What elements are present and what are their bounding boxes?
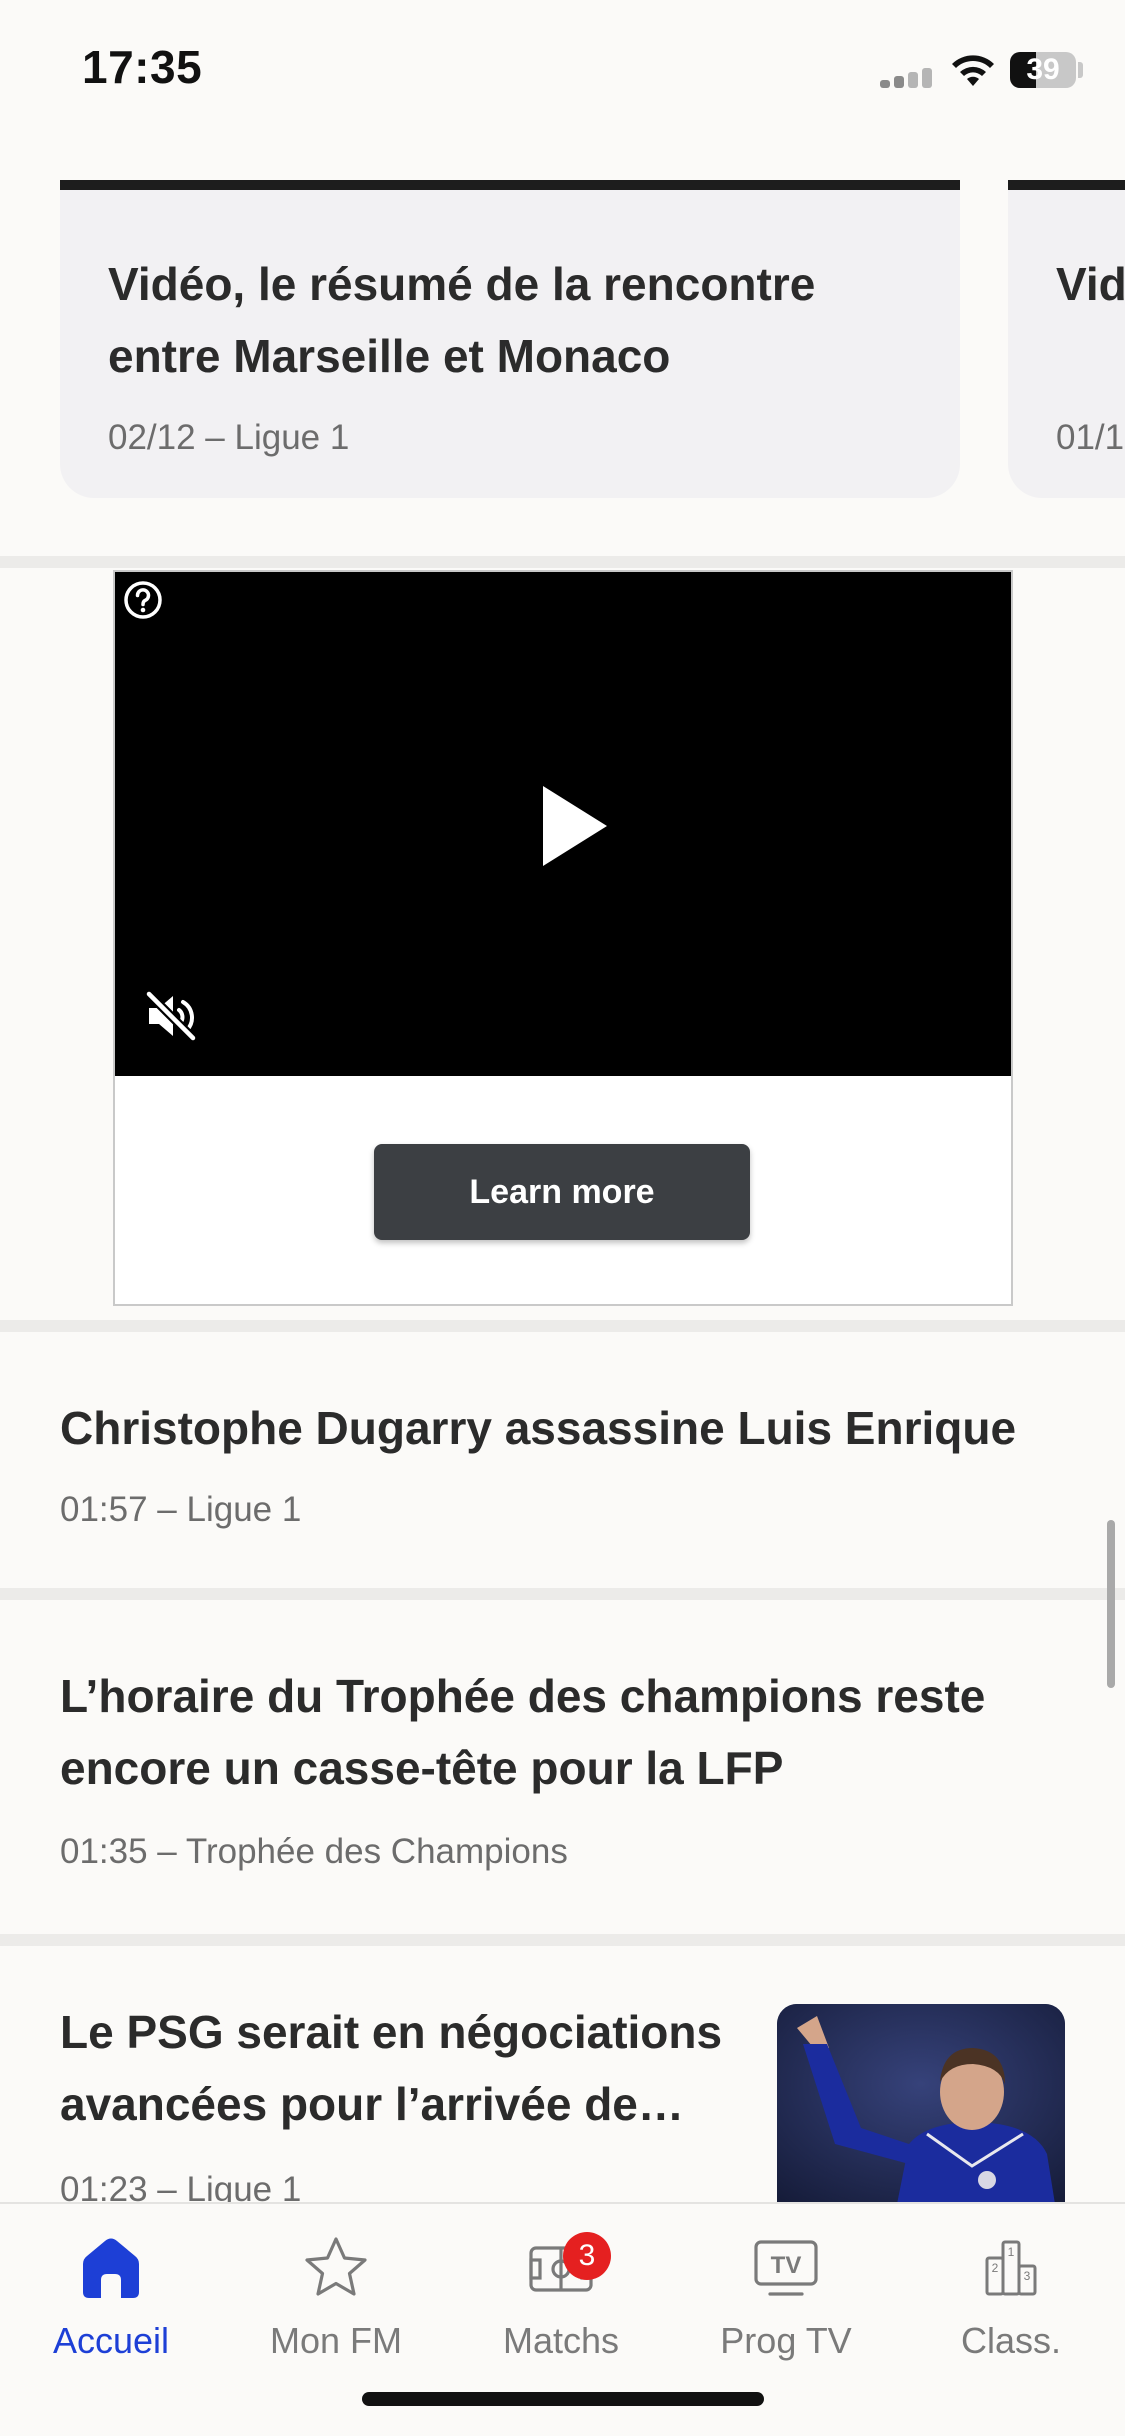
tab-label: Accueil [52, 2320, 170, 2361]
video-card-title: Vidéo, le résumé de la rencontre entre M… [108, 258, 816, 382]
status-time: 17:35 [82, 41, 203, 93]
tab-accueil[interactable]: Accueil [11, 2234, 211, 2364]
ad-video-player[interactable] [115, 572, 1011, 1076]
video-ad[interactable]: Learn more [113, 570, 1013, 1306]
battery-percent: 39 [1026, 53, 1060, 86]
matchs-badge: 3 [563, 2232, 611, 2280]
battery-icon: 39 [1010, 52, 1076, 88]
article-title: Christophe Dugarry assassine Luis Enriqu… [60, 1402, 1017, 1454]
svg-text:2: 2 [992, 2261, 999, 2275]
article-item[interactable]: L’horaire du Trophée des champions reste… [0, 1600, 1125, 1934]
article-meta: 01:23 – Ligue 1 [60, 2170, 302, 2202]
tab-label: Prog TV [720, 2320, 852, 2361]
video-card-title: Vid Lyc [1056, 258, 1125, 310]
scroll-indicator[interactable] [1107, 1520, 1115, 1688]
tab-matchs[interactable]: 3 Matchs [461, 2232, 661, 2364]
tab-label: Mon FM [269, 2320, 402, 2361]
section-divider [0, 556, 1125, 568]
cellular-signal-icon [880, 68, 936, 88]
tv-icon: TV [754, 2240, 818, 2296]
mute-icon[interactable] [143, 988, 199, 1044]
player-photo-image [777, 2004, 1065, 2204]
video-card[interactable]: Vidéo, le résumé de la rencontre entre M… [60, 180, 960, 498]
podium-icon: 1 2 3 [985, 2240, 1037, 2296]
tab-class[interactable]: 1 2 3 Class. [911, 2234, 1111, 2364]
tab-label: Class. [960, 2320, 1062, 2361]
wifi-icon [952, 55, 994, 86]
article-meta: 01:57 – Ligue 1 [60, 1490, 302, 1529]
svg-text:TV: TV [771, 2252, 802, 2279]
article-title: Le PSG serait en négociations avancées p… [60, 2006, 723, 2130]
help-icon[interactable] [123, 580, 163, 620]
article-thumbnail[interactable] [777, 2004, 1065, 2204]
tab-prog-tv[interactable]: TV Prog TV [686, 2234, 886, 2364]
video-carousel[interactable]: Vidéo, le résumé de la rencontre entre M… [0, 140, 1125, 560]
article-title: L’horaire du Trophée des champions reste… [60, 1670, 986, 1794]
article-meta: 01:35 – Trophée des Champions [60, 1832, 568, 1871]
video-card[interactable]: Vid Lyc 01/1 [1008, 180, 1125, 498]
play-icon[interactable] [539, 782, 611, 870]
status-bar: 17:35 39 [0, 0, 1125, 140]
article-item[interactable]: Christophe Dugarry assassine Luis Enriqu… [0, 1332, 1125, 1588]
star-icon [305, 2237, 367, 2296]
tab-label: Matchs [502, 2320, 620, 2361]
tab-mon-fm[interactable]: Mon FM [236, 2234, 436, 2364]
video-card-meta: 02/12 – Ligue 1 [108, 418, 350, 457]
home-icon [83, 2238, 139, 2298]
home-indicator[interactable] [362, 2392, 764, 2406]
svg-text:1: 1 [1008, 2245, 1015, 2259]
section-divider [0, 1588, 1125, 1600]
svg-text:3: 3 [1024, 2269, 1031, 2283]
section-divider [0, 1320, 1125, 1332]
learn-more-button[interactable]: Learn more [374, 1144, 750, 1240]
section-divider [0, 1934, 1125, 1946]
video-card-meta: 01/1 [1056, 418, 1125, 457]
